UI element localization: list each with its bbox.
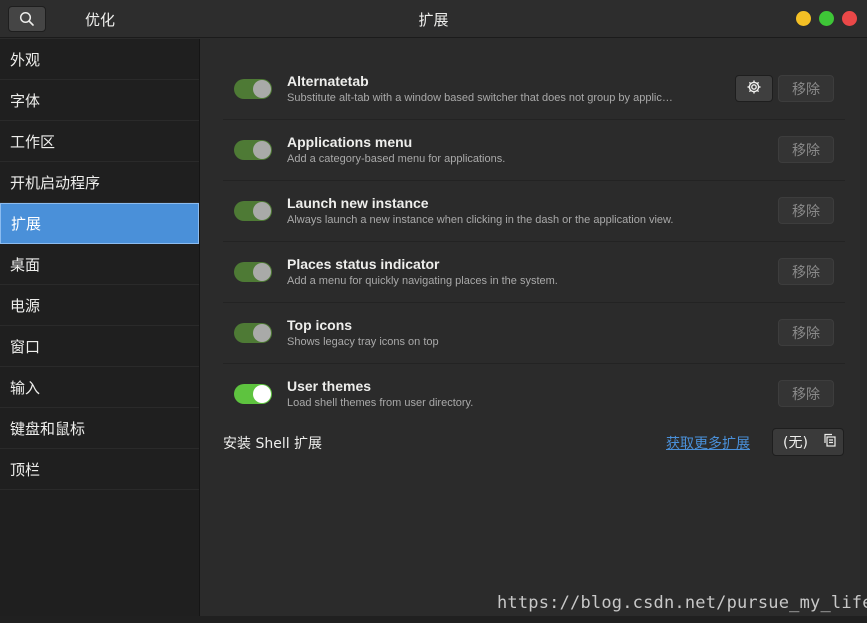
extension-row: Top icons Shows legacy tray icons on top… (223, 303, 845, 364)
toggle-knob (253, 80, 271, 98)
extensions-panel: Alternatetab Substitute alt-tab with a w… (201, 39, 867, 616)
sidebar-item-label: 桌面 (10, 255, 41, 274)
remove-button[interactable]: 移除 (778, 136, 834, 163)
maximize-button[interactable] (819, 11, 834, 26)
sidebar-item-label: 开机启动程序 (10, 173, 101, 192)
extension-row: User themes Load shell themes from user … (223, 364, 845, 425)
sidebar-item-label: 窗口 (10, 337, 41, 356)
sidebar-item-label: 输入 (10, 378, 41, 397)
search-icon (19, 11, 35, 27)
extension-row: Alternatetab Substitute alt-tab with a w… (223, 59, 845, 120)
extension-description: Load shell themes from user directory. (287, 397, 474, 409)
sidebar-item-label: 顶栏 (10, 460, 41, 479)
extension-row: Places status indicator Add a menu for q… (223, 242, 845, 303)
toggle-knob (253, 385, 271, 403)
close-button[interactable] (842, 11, 857, 26)
remove-button[interactable]: 移除 (778, 75, 834, 102)
extension-description: Add a category-based menu for applicatio… (287, 153, 506, 165)
remove-button[interactable]: 移除 (778, 258, 834, 285)
extension-settings-button[interactable] (735, 75, 773, 102)
sidebar-item-label: 外观 (10, 50, 41, 69)
file-chooser-button[interactable]: (无) (772, 428, 844, 456)
minimize-button[interactable] (796, 11, 811, 26)
sidebar-item-startup-apps[interactable]: 开机启动程序 (0, 162, 199, 203)
extension-toggle[interactable] (234, 79, 272, 99)
extension-description: Shows legacy tray icons on top (287, 336, 439, 348)
sidebar-item-fonts[interactable]: 字体 (0, 80, 199, 121)
toggle-knob (253, 141, 271, 159)
toggle-knob (253, 202, 271, 220)
sidebar-title: 优化 (85, 11, 116, 29)
sidebar-item-input[interactable]: 输入 (0, 367, 199, 408)
sidebar-item-label: 字体 (10, 91, 41, 110)
extension-name: Alternatetab (287, 73, 369, 89)
sidebar-item-top-bar[interactable]: 顶栏 (0, 449, 199, 490)
toggle-knob (253, 324, 271, 342)
remove-button[interactable]: 移除 (778, 380, 834, 407)
gear-icon (746, 79, 762, 99)
extension-description: Substitute alt-tab with a window based s… (287, 92, 673, 104)
get-more-extensions-link[interactable]: 获取更多扩展 (666, 433, 750, 453)
install-extension-row: 安装 Shell 扩展 获取更多扩展 (无) (201, 425, 867, 465)
extension-description: Add a menu for quickly navigating places… (287, 275, 558, 287)
extension-list: Alternatetab Substitute alt-tab with a w… (223, 59, 845, 425)
extension-toggle[interactable] (234, 323, 272, 343)
watermark-url: https://blog.csdn.net/pursue_my_life (497, 593, 867, 613)
sidebar-item-workspaces[interactable]: 工作区 (0, 121, 199, 162)
remove-button[interactable]: 移除 (778, 197, 834, 224)
install-shell-extension-label: 安装 Shell 扩展 (223, 436, 323, 452)
file-icon (823, 433, 837, 451)
extension-toggle[interactable] (234, 201, 272, 221)
search-button[interactable] (8, 6, 46, 32)
toggle-knob (253, 263, 271, 281)
extension-name: Places status indicator (287, 256, 440, 272)
extension-toggle[interactable] (234, 140, 272, 160)
extension-toggle[interactable] (234, 384, 272, 404)
remove-button[interactable]: 移除 (778, 319, 834, 346)
extension-name: Applications menu (287, 134, 413, 150)
sidebar-item-extensions[interactable]: 扩展 (0, 203, 199, 244)
extension-name: Top icons (287, 317, 353, 333)
extension-toggle[interactable] (234, 262, 272, 282)
extension-description: Always launch a new instance when clicki… (287, 214, 674, 226)
sidebar-item-appearance[interactable]: 外观 (0, 39, 199, 80)
sidebar-item-label: 电源 (10, 296, 41, 315)
sidebar: 外观 字体 工作区 开机启动程序 扩展 桌面 电源 窗口 输入 键盘和鼠标 顶栏 (0, 39, 200, 623)
sidebar-item-keyboard-mouse[interactable]: 键盘和鼠标 (0, 408, 199, 449)
page-title: 扩展 (418, 11, 449, 29)
extension-name: User themes (287, 378, 372, 394)
file-chooser-value: (无) (783, 435, 808, 451)
sidebar-item-power[interactable]: 电源 (0, 285, 199, 326)
sidebar-item-label: 工作区 (10, 132, 56, 151)
sidebar-item-windows[interactable]: 窗口 (0, 326, 199, 367)
sidebar-item-label: 扩展 (11, 215, 42, 233)
header-bar: 优化 扩展 (0, 0, 867, 38)
extension-row: Applications menu Add a category-based m… (223, 120, 845, 181)
sidebar-item-label: 键盘和鼠标 (10, 419, 86, 438)
extension-name: Launch new instance (287, 195, 429, 211)
bottom-strip (0, 616, 867, 623)
extension-row: Launch new instance Always launch a new … (223, 181, 845, 242)
sidebar-item-desktop[interactable]: 桌面 (0, 244, 199, 285)
